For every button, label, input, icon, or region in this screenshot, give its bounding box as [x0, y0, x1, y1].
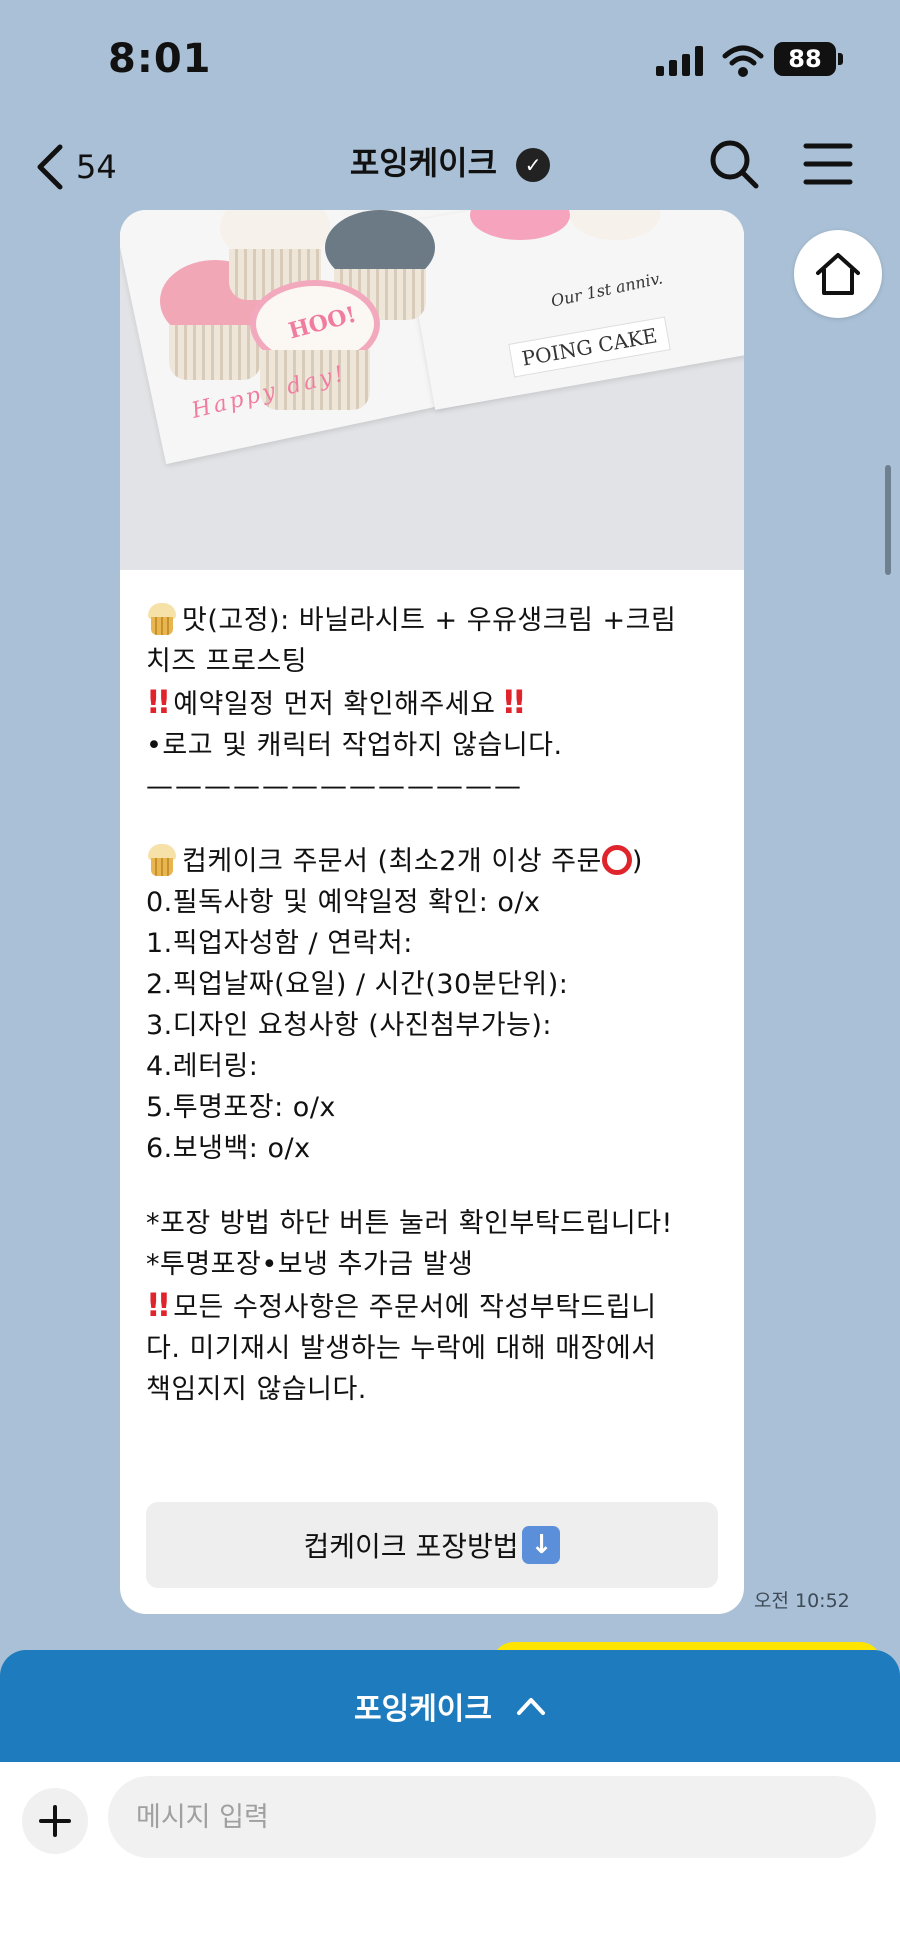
text-line: 1.픽업자성함 / 연락처:	[146, 928, 413, 959]
home-button[interactable]	[794, 230, 882, 318]
wifi-icon	[722, 45, 764, 77]
packaging-guide-button[interactable]: 컵케이크 포장방법 ↓	[146, 1502, 718, 1588]
chevron-up-icon	[517, 1698, 545, 1715]
text-line: 다. 미기재시 발생하는 누락에 대해 매장에서	[146, 1333, 657, 1364]
home-icon	[816, 253, 860, 295]
cupcake	[570, 210, 660, 240]
search-icon[interactable]	[706, 136, 762, 192]
text-line: 3.디자인 요청사항 (사진첨부가능):	[146, 1010, 553, 1041]
double-exclamation-icon: !!	[146, 683, 171, 721]
divider-line: —————————————	[146, 771, 523, 802]
message-text: 맛(고정): 바닐라시트 + 우유생크림 +크림 치즈 프로스팅 !! 예약일정 …	[120, 570, 744, 1410]
packaging-guide-label: 컵케이크 포장방법	[303, 1530, 519, 1563]
text-line: 맛(고정): 바닐라시트 + 우유생크림 +크림	[146, 600, 718, 641]
cupcake-emoji-icon	[146, 844, 178, 876]
status-time: 8:01	[108, 36, 212, 82]
chat-header: 54 포잉케이크 ✓	[0, 120, 900, 220]
text-line: •로고 및 캐릭터 작업하지 않습니다.	[146, 730, 563, 761]
text-line: 책임지지 않습니다.	[146, 1374, 367, 1405]
signal-icon	[656, 46, 704, 76]
chat-title: 포잉케이크 ✓	[0, 138, 900, 184]
text-line: 컵케이크 주문서 (최소2개 이상 주문)	[146, 841, 718, 882]
red-circle-icon	[601, 845, 632, 875]
text-line: 5.투명포장: o/x	[146, 1092, 336, 1123]
battery-level: 88	[774, 42, 836, 76]
text-line: 2.픽업날짜(요일) / 시간(30분단위):	[146, 969, 569, 1000]
message-timestamp: 오전 10:52	[754, 1590, 850, 1612]
plus-icon	[39, 1805, 71, 1837]
cupcake-photo[interactable]: HOO! Our 1st anniv. POING CAKE Happy day…	[120, 210, 744, 570]
text-line: 4.레터링:	[146, 1051, 259, 1082]
chat-title-text: 포잉케이크	[349, 144, 498, 182]
channel-menu-label: 포잉케이크	[354, 1692, 492, 1727]
double-exclamation-icon: !!	[501, 683, 526, 721]
menu-icon[interactable]	[800, 136, 856, 192]
message-input[interactable]	[108, 1776, 876, 1858]
message-card: HOO! Our 1st anniv. POING CAKE Happy day…	[120, 210, 744, 1614]
text-line: !! 모든 수정사항은 주문서에 작성부탁드립니	[146, 1286, 657, 1324]
attach-button[interactable]	[22, 1788, 88, 1854]
verified-icon: ✓	[516, 148, 551, 182]
text-line: *투명포장•보냉 추가금 발생	[146, 1249, 474, 1280]
down-arrow-icon: ↓	[522, 1526, 561, 1564]
channel-menu-bar[interactable]: 포잉케이크	[0, 1650, 900, 1762]
double-exclamation-icon: !!	[146, 1286, 171, 1324]
cupcake	[470, 210, 570, 240]
text-line: 0.필독사항 및 예약일정 확인: o/x	[146, 887, 541, 918]
input-bar	[0, 1762, 900, 1948]
status-bar: 8:01 88	[0, 0, 900, 120]
text-line: 6.보냉백: o/x	[146, 1133, 311, 1164]
text-line: *포장 방법 하단 버튼 눌러 확인부탁드립니다!	[146, 1208, 673, 1239]
battery-tip	[838, 53, 843, 65]
cupcake-emoji-icon	[146, 603, 178, 635]
text-line: 치즈 프로스팅	[146, 646, 308, 677]
text-line: !! 예약일정 먼저 확인해주세요!!	[146, 683, 527, 721]
scrollbar[interactable]	[885, 465, 891, 575]
